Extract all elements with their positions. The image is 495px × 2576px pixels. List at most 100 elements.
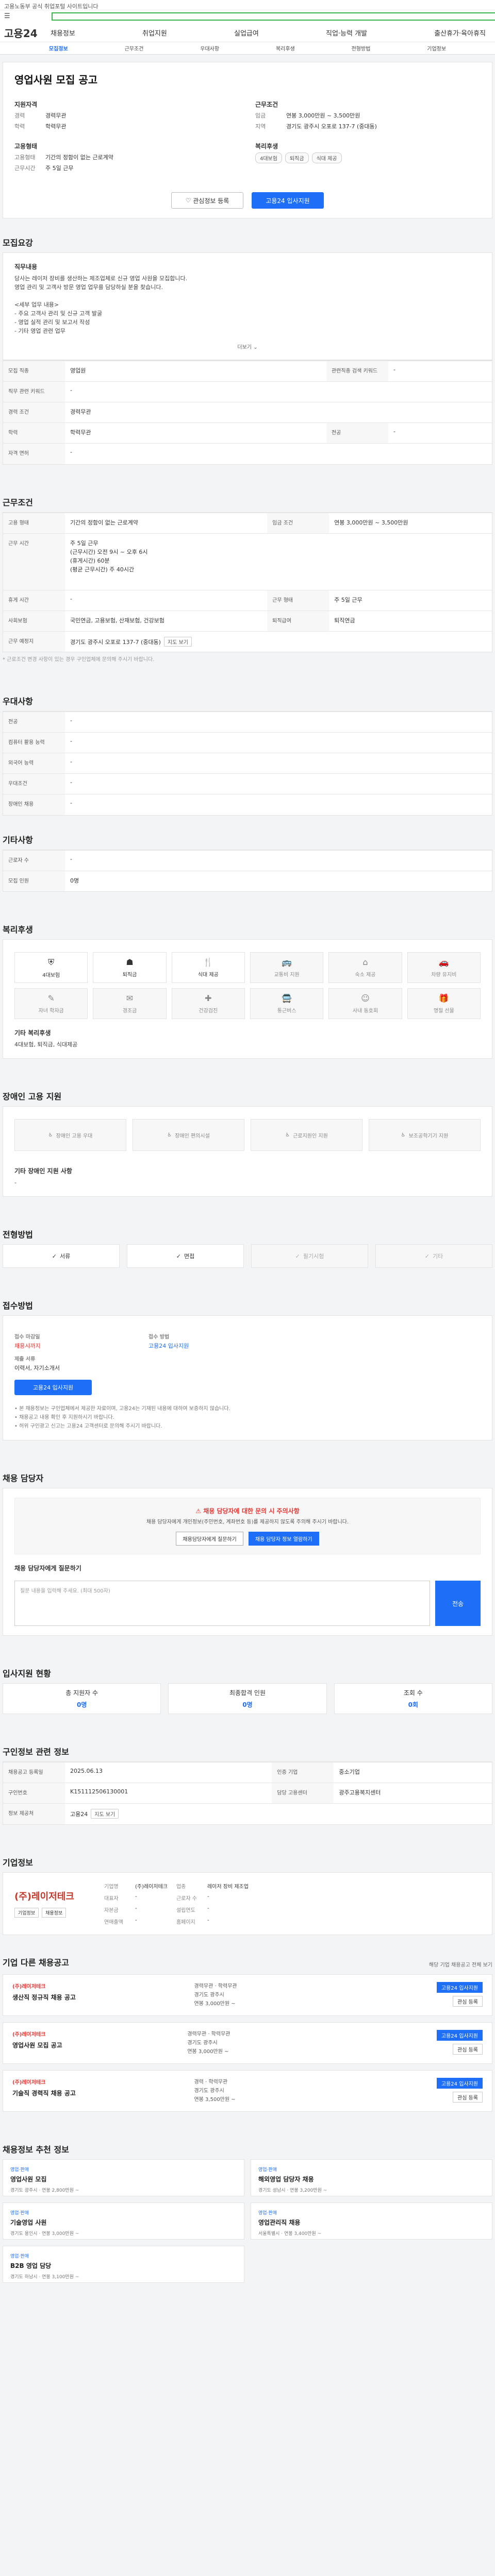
related-job-item[interactable]: (주)레이저테크 기술직 경력직 채용 공고 경력 · 학력무관 경기도 광주시 연봉 … bbox=[3, 2070, 492, 2112]
view-recruiter-button[interactable]: 채용 담당자 정보 열람하기 bbox=[248, 1532, 319, 1546]
row-label: 담당 고용센터 bbox=[272, 1783, 334, 1804]
more-toggle[interactable]: 더보기 ⌄ bbox=[14, 343, 481, 350]
similar-section-title: 채용정보 추천 정보 bbox=[3, 2144, 69, 2155]
nav-item-unemployment[interactable]: 실업급여 bbox=[234, 28, 259, 38]
related-scrap-button[interactable]: 관심 등록 bbox=[453, 2043, 483, 2055]
nav-item-support[interactable]: 취업지원 bbox=[142, 28, 167, 38]
related-job-item[interactable]: (주)레이저테크 영업사원 모집 공고 경력무관 · 학력무관 경기도 광주시 연봉 3… bbox=[3, 2022, 492, 2064]
send-button[interactable]: 전송 bbox=[435, 1581, 481, 1626]
row-value: 연봉 3,000만원 ~ 3,500만원 bbox=[329, 512, 492, 533]
label-location: 지역 bbox=[255, 123, 266, 130]
similar-title[interactable]: 영업관리직 채용 bbox=[258, 2218, 485, 2227]
education-value: 학력무관 bbox=[45, 123, 67, 130]
stat-value: 0명 bbox=[76, 1701, 87, 1708]
welfare-item: ⛨ 4대보험 bbox=[14, 952, 88, 983]
row-value: - bbox=[65, 773, 492, 794]
search-input[interactable] bbox=[52, 12, 495, 21]
welfare-item-label: 교통비 지원 bbox=[274, 972, 300, 978]
related-apply-button[interactable]: 고용24 입사지원 bbox=[436, 2029, 483, 2041]
row-value: 학력무관 bbox=[65, 422, 326, 444]
scrap-button[interactable]: ♡ 관심정보 등록 bbox=[171, 192, 243, 209]
docs-label: 제출 서류 bbox=[14, 1357, 36, 1362]
tab-conditions[interactable]: 근무조건 bbox=[96, 44, 172, 52]
apply-card: 접수 마감일 채용시까지 제출 서류 이력서, 자기소개서 고용24 입사지원 … bbox=[3, 1315, 492, 1440]
label-conditions: 근무조건 bbox=[255, 101, 278, 108]
welfare-chip: 퇴직금 bbox=[285, 152, 309, 163]
stat-box: 총 지원자 수 0명 bbox=[3, 1683, 161, 1714]
row-label: 구인번호 bbox=[3, 1783, 65, 1804]
tab-welfare[interactable]: 복리후생 bbox=[248, 44, 323, 52]
check-icon: ✓ bbox=[424, 1252, 430, 1260]
similar-job-item[interactable]: 영업·판매 해외영업 담당자 채용 경기도 성남시 · 연봉 3,200만원 ~ bbox=[251, 2159, 492, 2196]
disability-extra-value: - bbox=[14, 1179, 16, 1186]
welfare-icon: ☗ bbox=[126, 957, 134, 967]
tab-company[interactable]: 기업정보 bbox=[399, 44, 474, 52]
similar-job-item[interactable]: 영업·판매 기술영업 사원 경기도 용인시 · 연봉 3,000만원 ~ bbox=[3, 2202, 244, 2240]
row-label: 직무 관련 키워드 bbox=[3, 381, 65, 402]
info2-map-button[interactable]: 지도 보기 bbox=[91, 1809, 119, 1819]
welfare-item-label: 퇴직금 bbox=[122, 972, 137, 978]
similar-meta: 경기도 하남시 · 연봉 3,100만원 ~ bbox=[10, 2274, 79, 2280]
recruit-section-title: 모집요강 bbox=[3, 238, 33, 248]
related-title[interactable]: 생산직 정규직 채용 공고 bbox=[12, 1993, 76, 2002]
disability-section-title: 장애인 고용 지원 bbox=[3, 1092, 62, 1101]
welfare-item-label: 명절 선물 bbox=[433, 1008, 454, 1014]
stat-label: 최종합격 인원 bbox=[229, 1689, 266, 1697]
company-info-button[interactable]: 기업정보 bbox=[14, 1908, 39, 1918]
question-textarea[interactable]: 질문 내용을 입력해 주세요. (최대 500자) bbox=[14, 1581, 430, 1626]
nav-item-jobs[interactable]: 채용정보 bbox=[51, 28, 75, 38]
company-jobs-button[interactable]: 채용정보 bbox=[42, 1908, 67, 1918]
ask-recruiter-button[interactable]: 채용담당자에게 질문하기 bbox=[176, 1532, 243, 1546]
row-label: 인증 기업 bbox=[272, 1762, 334, 1783]
map-button[interactable]: 지도 보기 bbox=[163, 636, 192, 647]
row-value: - bbox=[65, 711, 492, 733]
tab-recruit[interactable]: 모집정보 bbox=[21, 44, 96, 52]
nav-item-training[interactable]: 직업·능력 개발 bbox=[326, 28, 367, 38]
hamburger-icon[interactable]: ☰ bbox=[4, 13, 11, 20]
similar-title[interactable]: 영업사원 모집 bbox=[10, 2175, 237, 2183]
row-value: - bbox=[65, 381, 492, 402]
nav-item-leave[interactable]: 출산휴가·육아휴직 bbox=[434, 28, 486, 38]
check-icon: ✓ bbox=[52, 1252, 57, 1260]
row-label: 근무 형태 bbox=[267, 589, 329, 611]
deadline-value: 채용시까지 bbox=[14, 1343, 41, 1349]
related-all-link[interactable]: 해당 기업 채용공고 전체 보기 bbox=[429, 1960, 492, 1968]
similar-job-item[interactable]: 영업·판매 영업관리직 채용 서울특별시 · 연봉 3,400만원 ~ bbox=[251, 2202, 492, 2240]
row-value: - bbox=[65, 794, 492, 815]
row-value: 2025.06.13 bbox=[65, 1762, 272, 1783]
related-scrap-button[interactable]: 관심 등록 bbox=[453, 1995, 483, 2007]
prefer-table-card: 전공 - 컴퓨터 활용 능력 - 외국어 능력 - 우대조건 - 장애인 채용 - bbox=[3, 711, 492, 816]
similar-job-item[interactable]: 영업·판매 B2B 영업 담당 경기도 하남시 · 연봉 3,100만원 ~ bbox=[3, 2245, 244, 2283]
row-value: 0명 bbox=[65, 870, 492, 891]
process-label: 면접 bbox=[184, 1253, 195, 1260]
etc-table-card: 근로자 수- 모집 인원 0명 bbox=[3, 849, 492, 892]
tab-process[interactable]: 전형방법 bbox=[323, 44, 399, 52]
related-section-title: 기업 다른 채용공고 bbox=[3, 1957, 69, 1968]
related-scrap-button[interactable]: 관심 등록 bbox=[453, 2091, 483, 2103]
related-title[interactable]: 영업사원 모집 공고 bbox=[12, 2041, 62, 2049]
row-value: - bbox=[65, 850, 492, 871]
company-info-label: 업종 bbox=[176, 1884, 186, 1890]
similar-tag: 영업·판매 bbox=[258, 2167, 277, 2173]
related-job-item[interactable]: (주)레이저테크 생산직 정규직 채용 공고 경력무관 · 학력무관 경기도 광주시 연… bbox=[3, 1974, 492, 2016]
tab-prefer[interactable]: 우대사항 bbox=[172, 44, 248, 52]
similar-title[interactable]: 해외영업 담당자 채용 bbox=[258, 2175, 485, 2183]
apply-online-button[interactable]: 고용24 입사지원 bbox=[14, 1380, 92, 1395]
apply-button[interactable]: 고용24 입사지원 bbox=[252, 192, 324, 209]
related-apply-button[interactable]: 고용24 입사지원 bbox=[436, 2077, 483, 2089]
welfare-icon: 🎁 bbox=[438, 993, 449, 1003]
site-logo[interactable]: 고용24 bbox=[4, 25, 51, 40]
row-label: 정보 제공처 bbox=[3, 1803, 65, 1824]
related-apply-button[interactable]: 고용24 입사지원 bbox=[436, 1981, 483, 1993]
row-value: - bbox=[65, 753, 492, 774]
qa-banner: ⚠ 채용 담당자에 대한 문의 시 주의사항 채용 담당자에게 개인정보(주민번… bbox=[14, 1498, 481, 1554]
related-title[interactable]: 기술직 경력직 채용 공고 bbox=[12, 2089, 76, 2097]
info2-table-card: 채용공고 등록일 2025.06.13 인증 기업 중소기업 구인번호 K1511125… bbox=[3, 1761, 492, 1825]
process-item: ✓ 기타 bbox=[375, 1244, 492, 1268]
similar-job-item[interactable]: 영업·판매 영업사원 모집 경기도 광주시 · 연봉 2,800만원 ~ bbox=[3, 2159, 244, 2196]
similar-title[interactable]: B2B 영업 담당 bbox=[10, 2261, 237, 2270]
label-career: 경력 bbox=[14, 112, 25, 119]
label-wage: 임금 bbox=[255, 112, 266, 119]
company-info-value: - bbox=[207, 1905, 209, 1911]
similar-title[interactable]: 기술영업 사원 bbox=[10, 2218, 237, 2227]
